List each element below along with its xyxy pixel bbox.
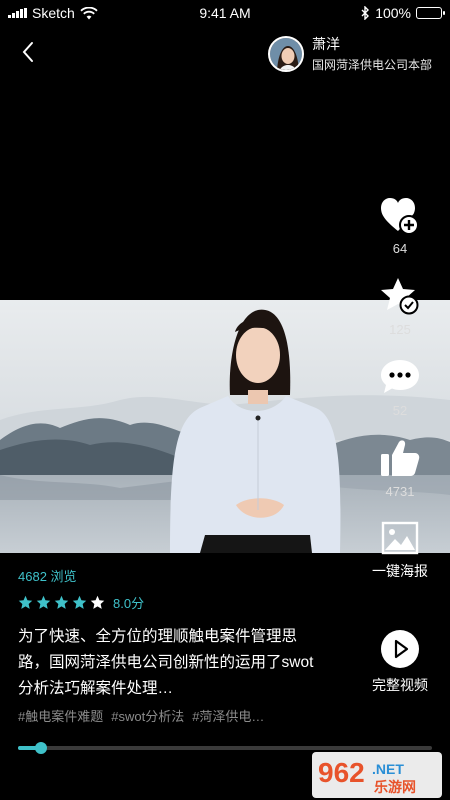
view-count: 4682 浏览 <box>18 569 77 584</box>
watermark-suffix: .NET <box>372 761 404 777</box>
author-text: 萧洋 国网菏泽供电公司本部 <box>312 34 432 73</box>
status-right: 100% <box>361 5 445 21</box>
watermark-logo: 962 .NET 乐游网 <box>312 752 442 798</box>
author-info[interactable]: 萧洋 国网菏泽供电公司本部 <box>267 34 432 73</box>
star-filled-icon <box>72 595 87 609</box>
star-filled-icon <box>36 595 51 609</box>
video-description[interactable]: 为了快速、全方位的理顺触电案件管理思路，国网菏泽供电公司创新性的运用了swot分… <box>18 624 318 702</box>
rating-score: 8.0分 <box>113 596 145 611</box>
full-video-button[interactable]: 完整视频 <box>360 629 440 695</box>
side-actions: 64 125 52 4731 一键海报 完整视频 <box>372 195 428 695</box>
status-bar: Sketch 9:41 AM 100% <box>0 0 450 26</box>
tag-item[interactable]: #触电案件难题 <box>18 706 103 725</box>
like-button[interactable]: 4731 <box>379 438 421 499</box>
tag-item[interactable]: #菏泽供电… <box>192 706 264 725</box>
full-video-label: 完整视频 <box>372 677 428 693</box>
author-name: 萧洋 <box>311 36 340 52</box>
video-info: 4682 浏览 8.0分 为了快速、全方位的理顺触电案件管理思路，国网菏泽供电公… <box>18 566 318 725</box>
tag-item[interactable]: #swot分析法 <box>111 706 184 725</box>
tag-list: #触电案件难题 #swot分析法 #菏泽供电… <box>18 706 308 725</box>
comment-count: 52 <box>392 403 408 418</box>
author-org: 国网菏泽供电公司本部 <box>311 58 432 72</box>
comment-icon <box>381 360 419 393</box>
favorite-button[interactable]: 64 <box>379 195 421 256</box>
back-button[interactable] <box>14 38 42 66</box>
star-filled-icon <box>18 595 33 609</box>
star-check-icon <box>381 278 419 315</box>
bluetooth-icon <box>361 6 370 20</box>
comment-button[interactable]: 52 <box>379 357 421 418</box>
top-bar: 萧洋 国网菏泽供电公司本部 <box>0 26 450 78</box>
battery-label: 100% <box>375 5 411 21</box>
star-empty-icon <box>90 595 105 609</box>
progress-handle[interactable] <box>34 742 47 754</box>
poster-label: 一键海报 <box>372 563 428 579</box>
collect-count: 125 <box>389 322 411 337</box>
watermark-number: 962 <box>318 757 365 788</box>
like-count: 4731 <box>385 484 415 499</box>
favorite-count: 64 <box>392 241 408 256</box>
rating: 8.0分 <box>18 593 318 612</box>
watermark-label: 乐游网 <box>374 779 416 796</box>
avatar[interactable] <box>267 35 304 72</box>
back-arrow-icon <box>22 42 33 62</box>
thumbs-up-icon <box>381 440 420 476</box>
collect-button[interactable]: 125 <box>379 276 421 337</box>
progress-bar[interactable] <box>18 742 432 754</box>
battery-icon <box>416 7 445 19</box>
star-filled-icon <box>54 595 69 609</box>
heart-plus-icon <box>381 198 419 235</box>
rating-stars <box>18 595 105 610</box>
image-icon <box>381 521 419 555</box>
play-circle-icon <box>381 630 419 668</box>
poster-button[interactable]: 一键海报 <box>360 521 440 581</box>
